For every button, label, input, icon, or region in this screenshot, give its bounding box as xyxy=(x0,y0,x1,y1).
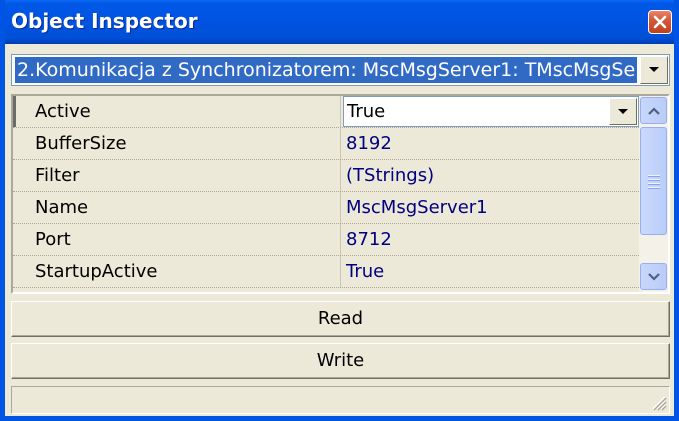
property-grid: Active True BufferSize 8192 Filter (TStr… xyxy=(11,94,670,294)
property-value[interactable]: 8712 xyxy=(342,224,639,255)
property-row-filter[interactable]: Filter (TStrings) xyxy=(13,160,639,192)
property-value: True xyxy=(347,101,386,122)
property-name: BufferSize xyxy=(13,128,341,159)
property-name: Port xyxy=(13,224,341,255)
property-row-name[interactable]: Name MscMsgServer1 xyxy=(13,192,639,224)
window-title: Object Inspector xyxy=(11,9,198,33)
component-selector-dropdown-button[interactable] xyxy=(640,56,668,84)
arrow-up-icon xyxy=(647,106,660,115)
close-button[interactable] xyxy=(648,10,672,34)
property-name: Name xyxy=(13,192,341,223)
property-value-editor[interactable]: True xyxy=(343,96,639,127)
property-value[interactable]: True xyxy=(342,256,639,287)
property-row-startupactive[interactable]: StartupActive True xyxy=(13,256,639,288)
arrow-down-icon xyxy=(647,272,660,281)
scroll-up-button[interactable] xyxy=(640,97,667,124)
property-name: Filter xyxy=(13,160,341,191)
scroll-thumb[interactable] xyxy=(640,127,667,235)
value-dropdown-button[interactable] xyxy=(609,98,637,125)
property-value[interactable]: MscMsgServer1 xyxy=(342,192,639,223)
property-name: StartupActive xyxy=(13,256,341,287)
status-bar xyxy=(11,386,670,414)
property-value[interactable]: 8192 xyxy=(342,128,639,159)
read-button[interactable]: Read xyxy=(11,301,670,337)
scroll-down-button[interactable] xyxy=(640,263,667,290)
write-button[interactable]: Write xyxy=(11,343,670,379)
component-selector-value: 2.Komunikacja z Synchronizatorem: MscMsg… xyxy=(15,57,637,83)
close-icon xyxy=(653,15,667,29)
chevron-down-icon xyxy=(618,108,628,114)
vertical-scrollbar[interactable] xyxy=(639,96,668,292)
resize-grip-icon[interactable] xyxy=(647,391,667,411)
component-selector[interactable]: 2.Komunikacja z Synchronizatorem: MscMsg… xyxy=(11,54,670,86)
property-row-port[interactable]: Port 8712 xyxy=(13,224,639,256)
chevron-down-icon xyxy=(649,67,659,72)
object-inspector-window: Object Inspector 2.Komunikacja z Synchro… xyxy=(0,0,679,421)
property-list: Active True BufferSize 8192 Filter (TStr… xyxy=(13,96,639,292)
thumb-grip-icon xyxy=(648,175,660,191)
title-bar[interactable]: Object Inspector xyxy=(5,0,674,44)
property-row-buffersize[interactable]: BufferSize 8192 xyxy=(13,128,639,160)
property-row-active[interactable]: Active True xyxy=(13,96,639,128)
property-value[interactable]: (TStrings) xyxy=(342,160,639,191)
property-name: Active xyxy=(13,96,341,127)
